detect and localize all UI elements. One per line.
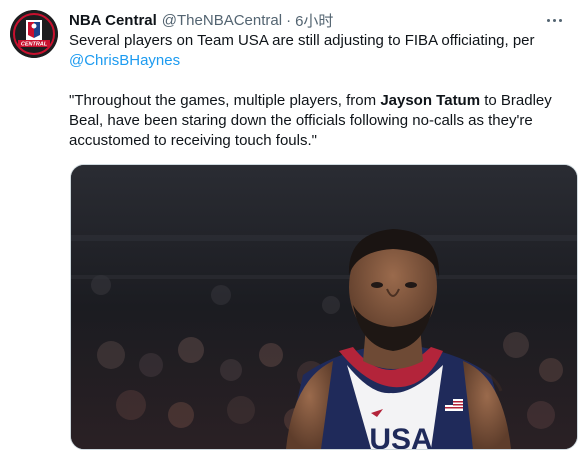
quote-text: "Throughout the games, multiple players,… — [69, 92, 381, 109]
author-avatar[interactable]: CENTRAL — [10, 10, 58, 58]
more-options-icon[interactable] — [544, 10, 564, 30]
author-name[interactable]: NBA Central — [69, 12, 157, 29]
tweet-card[interactable]: CENTRAL NBA Central @TheNBACentral · 6小时… — [0, 0, 578, 450]
mention-link[interactable]: @ChrisBHaynes — [69, 52, 180, 69]
svg-text:CENTRAL: CENTRAL — [21, 42, 48, 48]
author-handle[interactable]: @TheNBACentral — [162, 12, 282, 29]
nba-central-logo-icon: CENTRAL — [10, 10, 58, 58]
quote-player-name: Jayson Tatum — [380, 92, 481, 109]
tweet-text-line: Several players on Team USA are still ad… — [69, 32, 535, 49]
tweet-quote: "Throughout the games, multiple players,… — [69, 91, 559, 151]
tweet-media-photo[interactable]: USA — [70, 164, 578, 450]
basketball-player-photo: USA — [71, 165, 577, 449]
tweet-text: Several players on Team USA are still ad… — [69, 31, 559, 151]
separator-dot: · — [286, 11, 292, 29]
tweet-header: NBA Central @TheNBACentral · 6小时 — [69, 10, 333, 30]
tweet-timestamp[interactable]: 6小时 — [295, 10, 333, 31]
jersey-text: USA — [369, 423, 432, 449]
